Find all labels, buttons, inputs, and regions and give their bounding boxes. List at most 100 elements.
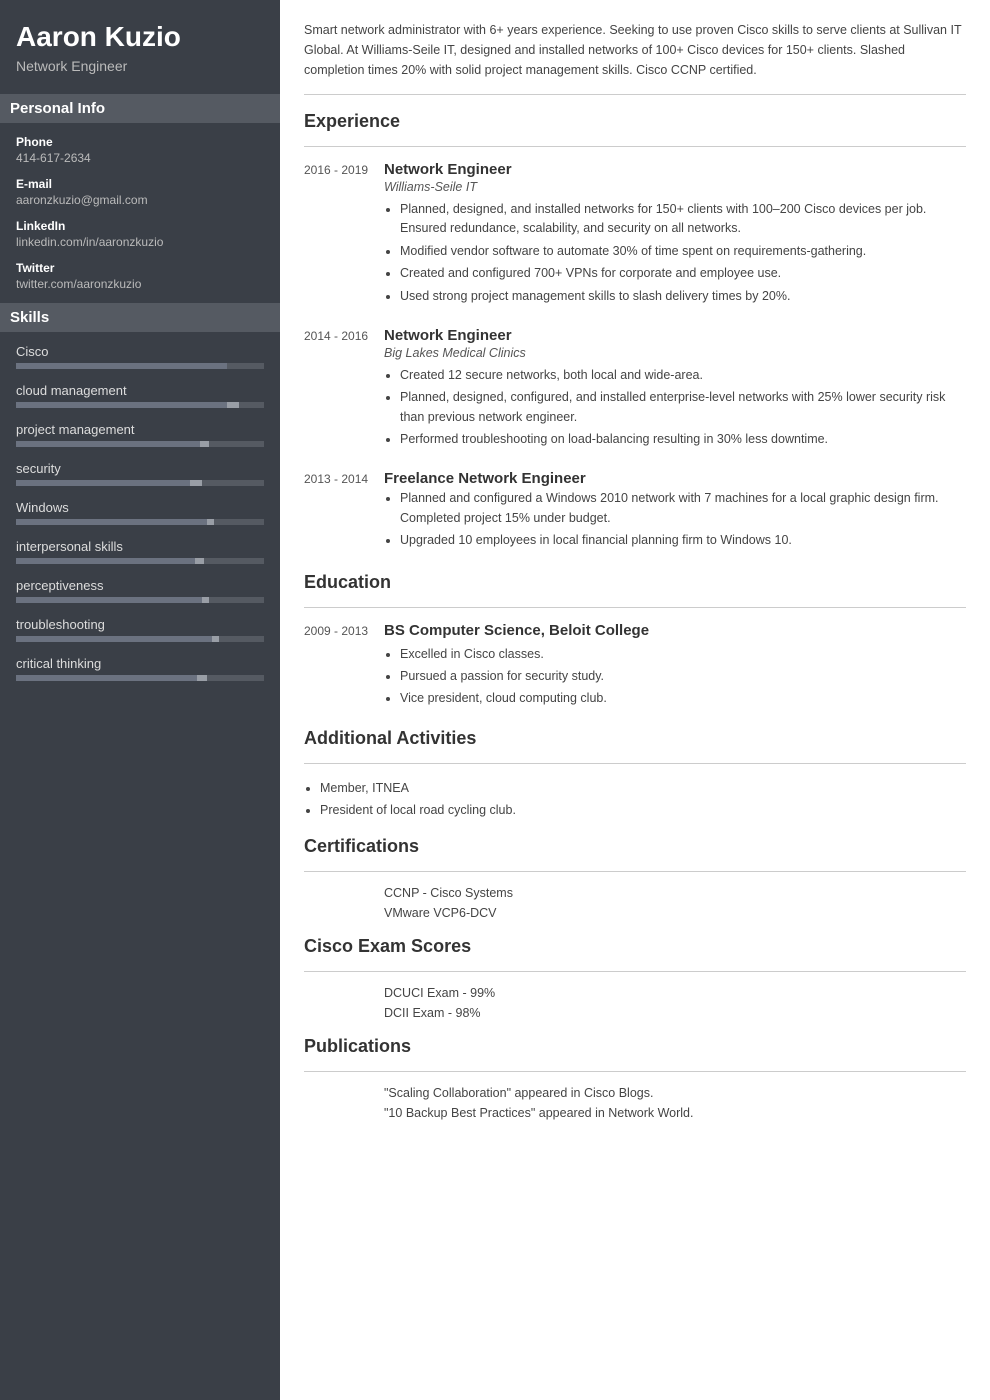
skill-item: Cisco [16,344,264,369]
twitter-value: twitter.com/aaronzkuzio [16,277,264,291]
exp-bullet: Planned and configured a Windows 2010 ne… [400,489,966,528]
exp-company: Big Lakes Medical Clinics [384,346,966,360]
publications-title: Publications [304,1036,966,1061]
exp-bullet: Planned, designed, and installed network… [400,200,966,239]
exp-bullets: Planned, designed, and installed network… [384,200,966,306]
skill-bar-accent [202,597,209,603]
skill-item: project management [16,422,264,447]
skill-bar-accent [212,636,219,642]
exam-divider [304,971,966,972]
skills-header: Skills [0,303,280,332]
exp-content: Network Engineer Big Lakes Medical Clinic… [384,327,966,453]
edu-dates: 2009 - 2013 [304,622,384,712]
skill-bar-bg [16,363,264,369]
skill-name: Cisco [16,344,264,359]
edu-bullet: Pursued a passion for security study. [400,667,966,686]
skill-bar-bg [16,597,264,603]
linkedin-value: linkedin.com/in/aaronzkuzio [16,235,264,249]
activities-list: Member, ITNEAPresident of local road cyc… [304,778,966,820]
activities-title: Additional Activities [304,728,966,753]
email-item: E-mail aaronzkuzio@gmail.com [16,177,264,207]
edu-content: BS Computer Science, Beloit CollegeExcel… [384,622,966,712]
person-title: Network Engineer [16,58,264,74]
certifications-title: Certifications [304,836,966,861]
exp-bullet: Planned, designed, configured, and insta… [400,388,966,427]
skill-bar-accent [195,558,205,564]
skill-item: cloud management [16,383,264,408]
skill-item: critical thinking [16,656,264,681]
edu-bullet: Vice president, cloud computing club. [400,689,966,708]
exp-content: Network Engineer Williams-Seile IT Planned… [384,161,966,309]
exp-job-title: Network Engineer [384,161,966,178]
publication-item: "Scaling Collaboration" appeared in Cisc… [304,1086,966,1100]
publications-list: "Scaling Collaboration" appeared in Cisc… [304,1086,966,1120]
skill-item: Windows [16,500,264,525]
skill-bar-bg [16,402,264,408]
skill-name: interpersonal skills [16,539,264,554]
skill-bar-bg [16,441,264,447]
phone-item: Phone 414-617-2634 [16,135,264,165]
phone-value: 414-617-2634 [16,151,264,165]
skill-bar-bg [16,558,264,564]
skill-bar-fill [16,675,207,681]
personal-info-header: Personal Info [0,94,280,123]
skill-name: cloud management [16,383,264,398]
experience-entry: 2016 - 2019Network Engineer Williams-Seil… [304,161,966,309]
linkedin-item: LinkedIn linkedin.com/in/aaronzkuzio [16,219,264,249]
certifications-section: Certifications CCNP - Cisco SystemsVMwar… [304,836,966,920]
activity-item: President of local road cycling club. [320,800,966,820]
skill-bar-fill [16,402,239,408]
skill-bar-accent [197,675,207,681]
exp-bullets: Created 12 secure networks, both local a… [384,366,966,450]
exam-score-item: DCII Exam - 98% [304,1006,966,1020]
skill-bar-bg [16,675,264,681]
skill-bar-accent [190,480,202,486]
exp-bullet: Modified vendor software to automate 30%… [400,242,966,261]
exam-scores-section: Cisco Exam Scores DCUCI Exam - 99%DCII E… [304,936,966,1020]
exp-bullet: Performed troubleshooting on load-balanc… [400,430,966,449]
main-content: Smart network administrator with 6+ year… [280,0,990,1400]
email-label: E-mail [16,177,264,191]
person-name: Aaron Kuzio [16,20,264,54]
skill-bar-accent [200,441,210,447]
skill-name: project management [16,422,264,437]
skill-bar-fill [16,597,209,603]
skill-item: security [16,461,264,486]
activity-item: Member, ITNEA [320,778,966,798]
skill-name: security [16,461,264,476]
summary-text: Smart network administrator with 6+ year… [304,20,966,95]
exp-job-title: Freelance Network Engineer [384,470,966,487]
exp-bullet: Used strong project management skills to… [400,287,966,306]
experience-list: 2016 - 2019Network EngineerWilliams-Seil… [304,161,966,554]
skill-name: Windows [16,500,264,515]
certifications-list: CCNP - Cisco SystemsVMware VCP6-DCV [304,886,966,920]
edu-bullet: Excelled in Cisco classes. [400,645,966,664]
exp-bullet: Upgraded 10 employees in local financial… [400,531,966,550]
activities-section: Additional Activities Member, ITNEAPresi… [304,728,966,820]
experience-entry: 2013 - 2014Freelance Network Engineer Pla… [304,470,966,553]
skill-bar-bg [16,480,264,486]
exp-dates: 2013 - 2014 [304,470,384,553]
publications-section: Publications "Scaling Collaboration" app… [304,1036,966,1120]
exp-bullet: Created and configured 700+ VPNs for cor… [400,264,966,283]
publications-divider [304,1071,966,1072]
skill-bar-fill [16,441,209,447]
education-title: Education [304,572,966,597]
skill-bar-accent [207,519,214,525]
skill-bar-bg [16,636,264,642]
skill-bar-fill [16,480,202,486]
skill-bar-fill [16,363,227,369]
exam-scores-title: Cisco Exam Scores [304,936,966,961]
skill-item: troubleshooting [16,617,264,642]
exp-company: Williams-Seile IT [384,180,966,194]
exp-dates: 2016 - 2019 [304,161,384,309]
education-entry: 2009 - 2013BS Computer Science, Beloit C… [304,622,966,712]
publication-item: "10 Backup Best Practices" appeared in N… [304,1106,966,1120]
twitter-label: Twitter [16,261,264,275]
skill-name: perceptiveness [16,578,264,593]
activities-divider [304,763,966,764]
linkedin-label: LinkedIn [16,219,264,233]
exp-job-title: Network Engineer [384,327,966,344]
skill-name: troubleshooting [16,617,264,632]
skill-bar-accent [227,402,239,408]
